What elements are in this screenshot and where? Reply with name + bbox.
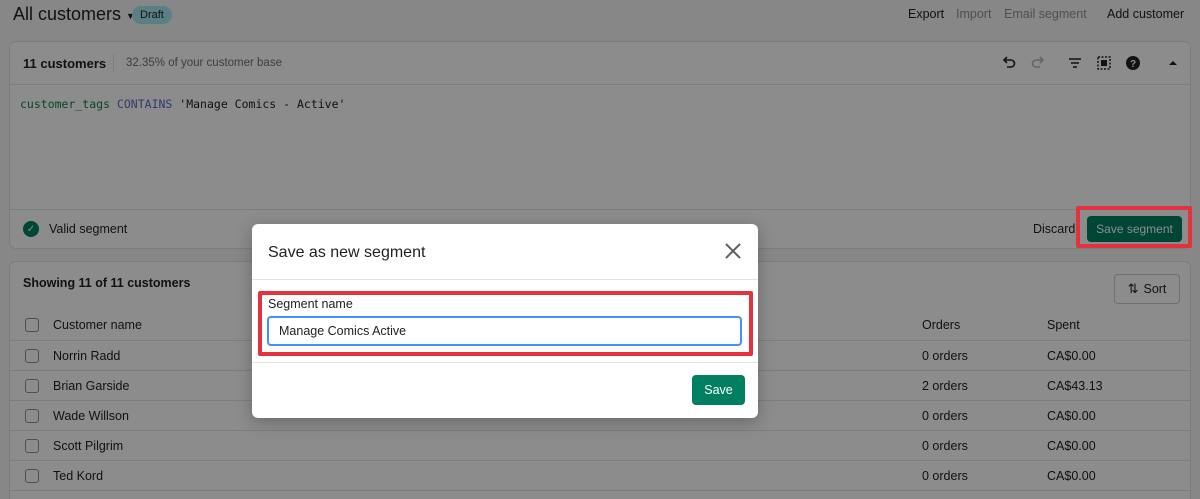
modal-save-button[interactable]: Save xyxy=(692,375,745,405)
divider xyxy=(252,279,758,280)
modal-title: Save as new segment xyxy=(268,244,426,261)
highlight-segment-name xyxy=(258,291,753,356)
highlight-save-segment xyxy=(1076,206,1192,248)
divider xyxy=(252,362,758,363)
close-icon[interactable] xyxy=(722,240,744,262)
